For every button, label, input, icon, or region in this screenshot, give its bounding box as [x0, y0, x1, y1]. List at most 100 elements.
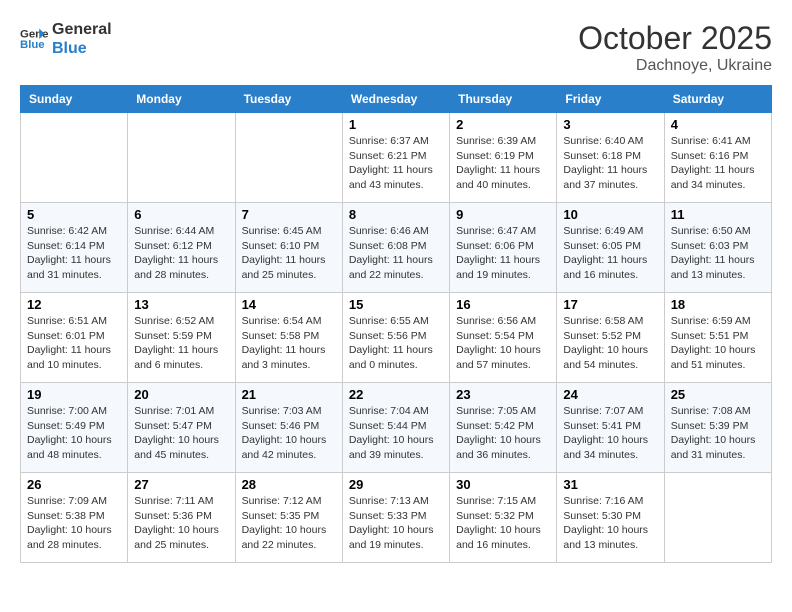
day-number: 18	[671, 297, 765, 312]
day-info: Sunrise: 6:40 AMSunset: 6:18 PMDaylight:…	[563, 134, 657, 193]
calendar-cell: 31 Sunrise: 7:16 AMSunset: 5:30 PMDayligh…	[557, 473, 664, 563]
day-info: Sunrise: 6:50 AMSunset: 6:03 PMDaylight:…	[671, 224, 765, 283]
calendar-cell: 21 Sunrise: 7:03 AMSunset: 5:46 PMDayligh…	[235, 383, 342, 473]
day-number: 27	[134, 477, 228, 492]
calendar-cell: 27Sunrise: 7:11 AMSunset: 5:36 PMDayligh…	[128, 473, 235, 563]
calendar-cell: 11 Sunrise: 6:50 AMSunset: 6:03 PMDayligh…	[664, 203, 771, 293]
day-number: 4	[671, 117, 765, 132]
calendar-cell: 28Sunrise: 7:12 AMSunset: 5:35 PMDayligh…	[235, 473, 342, 563]
weekday-header: Friday	[557, 86, 664, 113]
day-info: Sunrise: 6:54 AMSunset: 5:58 PMDaylight:…	[242, 314, 336, 373]
day-info: Sunrise: 6:56 AMSunset: 5:54 PMDaylight:…	[456, 314, 550, 373]
calendar-cell: 26Sunrise: 7:09 AMSunset: 5:38 PMDayligh…	[21, 473, 128, 563]
title-block: October 2025 Dachnoye, Ukraine	[578, 20, 772, 75]
calendar-cell: 8 Sunrise: 6:46 AMSunset: 6:08 PMDaylight…	[342, 203, 449, 293]
calendar-cell	[128, 113, 235, 203]
day-info: Sunrise: 6:41 AMSunset: 6:16 PMDaylight:…	[671, 134, 765, 193]
logo-text: General Blue	[52, 20, 112, 58]
day-number: 12	[27, 297, 121, 312]
day-number: 16	[456, 297, 550, 312]
day-info: Sunrise: 6:55 AMSunset: 5:56 PMDaylight:…	[349, 314, 443, 373]
day-number: 7	[242, 207, 336, 222]
day-info: Sunrise: 7:13 AMSunset: 5:33 PMDaylight:…	[349, 494, 443, 553]
day-number: 6	[134, 207, 228, 222]
calendar-cell	[235, 113, 342, 203]
calendar-cell: 24 Sunrise: 7:07 AMSunset: 5:41 PMDayligh…	[557, 383, 664, 473]
weekday-header: Sunday	[21, 86, 128, 113]
calendar-cell: 2 Sunrise: 6:39 AMSunset: 6:19 PMDaylight…	[450, 113, 557, 203]
day-number: 25	[671, 387, 765, 402]
day-info: Sunrise: 6:49 AMSunset: 6:05 PMDaylight:…	[563, 224, 657, 283]
day-info: Sunrise: 7:04 AMSunset: 5:44 PMDaylight:…	[349, 404, 443, 463]
day-number: 19	[27, 387, 121, 402]
day-info: Sunrise: 6:47 AMSunset: 6:06 PMDaylight:…	[456, 224, 550, 283]
day-number: 24	[563, 387, 657, 402]
day-info: Sunrise: 7:15 AMSunset: 5:32 PMDaylight:…	[456, 494, 550, 553]
day-number: 23	[456, 387, 550, 402]
day-number: 29	[349, 477, 443, 492]
calendar-cell: 5Sunrise: 6:42 AMSunset: 6:14 PMDaylight…	[21, 203, 128, 293]
day-number: 2	[456, 117, 550, 132]
logo: General Blue General Blue	[20, 20, 112, 58]
calendar-cell: 12 Sunrise: 6:51 AMSunset: 6:01 PMDayligh…	[21, 293, 128, 383]
day-number: 1	[349, 117, 443, 132]
day-info: Sunrise: 7:03 AMSunset: 5:46 PMDaylight:…	[242, 404, 336, 463]
day-info: Sunrise: 7:09 AMSunset: 5:38 PMDaylight:…	[27, 494, 121, 553]
calendar-cell: 10 Sunrise: 6:49 AMSunset: 6:05 PMDayligh…	[557, 203, 664, 293]
day-number: 5	[27, 207, 121, 222]
day-number: 31	[563, 477, 657, 492]
calendar-cell: 15 Sunrise: 6:55 AMSunset: 5:56 PMDayligh…	[342, 293, 449, 383]
calendar-cell: 6 Sunrise: 6:44 AMSunset: 6:12 PMDaylight…	[128, 203, 235, 293]
weekday-header: Saturday	[664, 86, 771, 113]
weekday-header: Thursday	[450, 86, 557, 113]
day-info: Sunrise: 7:01 AMSunset: 5:47 PMDaylight:…	[134, 404, 228, 463]
calendar-cell: 22Sunrise: 7:04 AMSunset: 5:44 PMDayligh…	[342, 383, 449, 473]
calendar-week-row: 12 Sunrise: 6:51 AMSunset: 6:01 PMDayligh…	[21, 293, 772, 383]
day-info: Sunrise: 6:58 AMSunset: 5:52 PMDaylight:…	[563, 314, 657, 373]
day-info: Sunrise: 6:39 AMSunset: 6:19 PMDaylight:…	[456, 134, 550, 193]
day-number: 15	[349, 297, 443, 312]
calendar-cell: 29 Sunrise: 7:13 AMSunset: 5:33 PMDayligh…	[342, 473, 449, 563]
day-number: 21	[242, 387, 336, 402]
calendar-cell: 19 Sunrise: 7:00 AMSunset: 5:49 PMDayligh…	[21, 383, 128, 473]
day-info: Sunrise: 7:12 AMSunset: 5:35 PMDaylight:…	[242, 494, 336, 553]
day-number: 17	[563, 297, 657, 312]
day-info: Sunrise: 6:59 AMSunset: 5:51 PMDaylight:…	[671, 314, 765, 373]
calendar-cell	[664, 473, 771, 563]
day-info: Sunrise: 6:51 AMSunset: 6:01 PMDaylight:…	[27, 314, 121, 373]
day-info: Sunrise: 6:45 AMSunset: 6:10 PMDaylight:…	[242, 224, 336, 283]
calendar-cell: 4 Sunrise: 6:41 AMSunset: 6:16 PMDaylight…	[664, 113, 771, 203]
day-number: 13	[134, 297, 228, 312]
weekday-header: Monday	[128, 86, 235, 113]
day-info: Sunrise: 6:46 AMSunset: 6:08 PMDaylight:…	[349, 224, 443, 283]
day-number: 8	[349, 207, 443, 222]
day-info: Sunrise: 6:37 AMSunset: 6:21 PMDaylight:…	[349, 134, 443, 193]
day-info: Sunrise: 7:08 AMSunset: 5:39 PMDaylight:…	[671, 404, 765, 463]
weekday-header: Tuesday	[235, 86, 342, 113]
calendar-cell: 23 Sunrise: 7:05 AMSunset: 5:42 PMDayligh…	[450, 383, 557, 473]
day-info: Sunrise: 7:00 AMSunset: 5:49 PMDaylight:…	[27, 404, 121, 463]
weekday-header: Wednesday	[342, 86, 449, 113]
day-number: 10	[563, 207, 657, 222]
day-number: 9	[456, 207, 550, 222]
day-info: Sunrise: 7:05 AMSunset: 5:42 PMDaylight:…	[456, 404, 550, 463]
day-info: Sunrise: 6:44 AMSunset: 6:12 PMDaylight:…	[134, 224, 228, 283]
calendar-cell: 13Sunrise: 6:52 AMSunset: 5:59 PMDayligh…	[128, 293, 235, 383]
calendar-cell: 9 Sunrise: 6:47 AMSunset: 6:06 PMDaylight…	[450, 203, 557, 293]
calendar-week-row: 1 Sunrise: 6:37 AMSunset: 6:21 PMDaylight…	[21, 113, 772, 203]
calendar-cell: 18 Sunrise: 6:59 AMSunset: 5:51 PMDayligh…	[664, 293, 771, 383]
calendar-cell: 30Sunrise: 7:15 AMSunset: 5:32 PMDayligh…	[450, 473, 557, 563]
calendar-week-row: 5Sunrise: 6:42 AMSunset: 6:14 PMDaylight…	[21, 203, 772, 293]
calendar-week-row: 19 Sunrise: 7:00 AMSunset: 5:49 PMDayligh…	[21, 383, 772, 473]
calendar-cell: 14 Sunrise: 6:54 AMSunset: 5:58 PMDayligh…	[235, 293, 342, 383]
logo-icon: General Blue	[20, 25, 48, 53]
day-info: Sunrise: 7:16 AMSunset: 5:30 PMDaylight:…	[563, 494, 657, 553]
calendar-table: SundayMondayTuesdayWednesdayThursdayFrid…	[20, 85, 772, 563]
calendar-cell: 17 Sunrise: 6:58 AMSunset: 5:52 PMDayligh…	[557, 293, 664, 383]
calendar-cell: 25 Sunrise: 7:08 AMSunset: 5:39 PMDayligh…	[664, 383, 771, 473]
day-number: 14	[242, 297, 336, 312]
day-info: Sunrise: 7:07 AMSunset: 5:41 PMDaylight:…	[563, 404, 657, 463]
calendar-header-row: SundayMondayTuesdayWednesdayThursdayFrid…	[21, 86, 772, 113]
location-subtitle: Dachnoye, Ukraine	[578, 57, 772, 75]
day-number: 11	[671, 207, 765, 222]
